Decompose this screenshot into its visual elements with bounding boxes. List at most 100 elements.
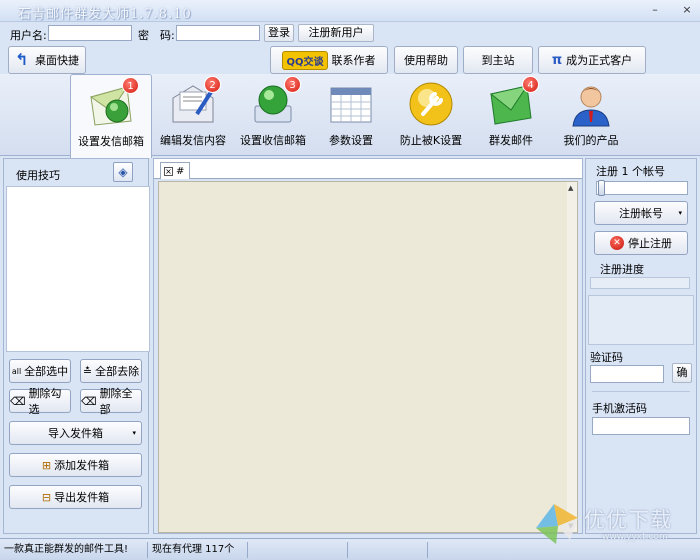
delete-checked-label: 删除勾选 [28, 387, 62, 416]
left-panel: 使用技巧 ◈ all 全部选中 ≛ 全部去除 ⌫ 删除勾选 ⌫ 删除全部 导入发… [3, 158, 150, 534]
pi-icon: π [551, 52, 563, 68]
close-button[interactable]: × [680, 4, 694, 18]
doc-tab[interactable]: × # [160, 162, 190, 179]
phone-code-label: 手机激活码 [592, 402, 647, 415]
curved-arrow-icon: ↰ [15, 50, 29, 69]
vertical-scrollbar[interactable]: ▲ ▼ [567, 182, 577, 532]
remove-all-button[interactable]: ≛ 全部去除 [80, 359, 142, 383]
register-account-dropdown[interactable]: 注册帐号 ▾ [594, 201, 688, 225]
contact-author-button[interactable]: QQ交谈 联系作者 [270, 46, 388, 74]
watermark-logo-icon [536, 504, 578, 544]
nav-badge: 1 [122, 77, 139, 94]
main-panel: × # ▲ ▼ [153, 158, 583, 534]
contact-author-label: 联系作者 [331, 54, 376, 67]
nav-tab-label: 设置收信邮箱 [240, 134, 306, 147]
select-all-icon: all [11, 366, 22, 376]
close-tab-icon[interactable]: × [164, 166, 173, 176]
formal-customer-label: 成为正式客户 [566, 54, 633, 67]
nav-tab-label: 群发邮件 [489, 134, 533, 147]
captcha-image-box [588, 295, 694, 345]
delete-all-label: 删除全部 [99, 387, 133, 416]
slider-thumb[interactable] [598, 180, 605, 196]
import-outbox-label: 导入发件箱 [48, 427, 103, 440]
register-account-label: 注册帐号 [619, 207, 663, 220]
stop-register-button[interactable]: ✕ 停止注册 [594, 231, 688, 255]
select-all-label: 全部选中 [24, 365, 69, 378]
home-button[interactable]: 到主站 [463, 46, 533, 74]
nav-tab-label: 参数设置 [329, 134, 373, 147]
export-outbox-button[interactable]: ⊟ 导出发件箱 [9, 485, 142, 509]
delete-checked-button[interactable]: ⌫ 删除勾选 [9, 387, 71, 416]
watermark-url: www.yyxt.com [602, 532, 668, 542]
envelope-globe-icon: 1 [87, 77, 139, 129]
status-cell [348, 542, 428, 558]
remove-list-icon: ≛ [82, 364, 93, 378]
stop-icon: ✕ [610, 236, 624, 250]
nav-tab-set-recipient[interactable]: 3 设置收信邮箱 [232, 74, 314, 156]
register-button[interactable]: 注册新用户 [298, 24, 374, 42]
nav-badge: 2 [204, 76, 221, 93]
tips-content-box[interactable] [6, 186, 150, 352]
register-count-label: 注册 1 个帐号 [596, 165, 665, 178]
confirm-captcha-button[interactable]: 确 [672, 363, 692, 383]
qq-chat-icon: QQ交谈 [282, 50, 328, 70]
help-button[interactable]: 使用帮助 [394, 46, 458, 74]
nav-tab-label: 防止被K设置 [399, 134, 463, 147]
status-proxy: 现在有代理 117个 [148, 542, 248, 558]
nav-tab-label: 我们的产品 [563, 134, 619, 147]
watermark: 优优下载 www.yyxt.com [532, 500, 692, 552]
add-outbox-button[interactable]: ⊞ 添加发件箱 [9, 453, 142, 477]
import-outbox-button[interactable]: 导入发件箱 ▾ [9, 421, 142, 445]
divider [592, 391, 690, 392]
calendar-grid-icon [327, 80, 375, 128]
phone-code-input[interactable] [592, 417, 690, 435]
delete-all-button[interactable]: ⌫ 删除全部 [80, 387, 142, 416]
nav-strip: 1 设置发信邮箱 2 编辑发信内容 3 设置收信邮箱 参数设置 防止被K设置 4 [0, 74, 700, 158]
status-slogan: 一款真正能群发的邮件工具! [0, 542, 148, 558]
scroll-up-icon[interactable]: ▲ [568, 184, 573, 192]
window-title: 石青邮件群发大师1.7.8.10 [18, 7, 192, 22]
right-panel: 注册 1 个帐号 注册帐号 ▾ ✕ 停止注册 注册进度 验证码 确 手机激活码 [585, 158, 697, 534]
doc-tab-strip: × # [154, 159, 582, 179]
minimize-button[interactable]: – [648, 4, 662, 18]
wrench-icon [407, 80, 455, 128]
nav-tab-anti-ban[interactable]: 防止被K设置 [390, 74, 472, 156]
inbox-globe-icon: 3 [249, 76, 301, 128]
password-label: 密 码: [138, 29, 175, 42]
add-outbox-label: 添加发件箱 [54, 459, 110, 472]
captcha-label: 验证码 [590, 351, 623, 364]
username-input[interactable] [48, 25, 132, 41]
formal-customer-button[interactable]: π 成为正式客户 [538, 46, 646, 74]
chevron-down-icon: ▾ [678, 209, 682, 217]
nav-tab-edit-content[interactable]: 2 编辑发信内容 [152, 74, 234, 156]
chevron-down-icon: ▾ [132, 429, 136, 437]
status-cell [248, 542, 348, 558]
watermark-brand: 优优下载 [584, 508, 672, 532]
desktop-shortcut-label: 桌面快捷 [35, 54, 79, 67]
nav-tab-parameters[interactable]: 参数设置 [310, 74, 392, 156]
login-row: 用户名: 密 码: 登录 注册新用户 [0, 22, 700, 44]
stop-register-label: 停止注册 [628, 237, 672, 250]
nav-tab-send-mail[interactable]: 4 群发邮件 [470, 74, 552, 156]
username-label: 用户名: [10, 29, 47, 42]
captcha-input[interactable] [590, 365, 664, 383]
nav-tab-products[interactable]: 我们的产品 [550, 74, 632, 156]
content-area[interactable]: ▲ ▼ [158, 181, 578, 533]
green-envelope-icon: 4 [487, 76, 539, 128]
password-input[interactable] [176, 25, 260, 41]
select-all-button[interactable]: all 全部选中 [9, 359, 71, 383]
register-progress-bar [590, 277, 690, 289]
login-button[interactable]: 登录 [264, 24, 294, 42]
eraser-icon: ⌫ [10, 394, 26, 408]
nav-tab-set-sender[interactable]: 1 设置发信邮箱 [70, 74, 152, 158]
nav-badge: 4 [522, 76, 539, 93]
register-count-slider[interactable] [596, 180, 688, 196]
nav-tab-label: 设置发信邮箱 [78, 135, 144, 148]
export-box-icon: ⊟ [41, 490, 52, 504]
tips-header: 使用技巧 ◈ [4, 159, 148, 185]
letter-edit-icon: 2 [169, 76, 221, 128]
doc-tab-label: # [176, 165, 185, 177]
add-box-icon: ⊞ [41, 458, 52, 472]
desktop-shortcut-button[interactable]: ↰ 桌面快捷 [8, 46, 86, 74]
tips-toggle-diamond-icon[interactable]: ◈ [113, 162, 133, 182]
